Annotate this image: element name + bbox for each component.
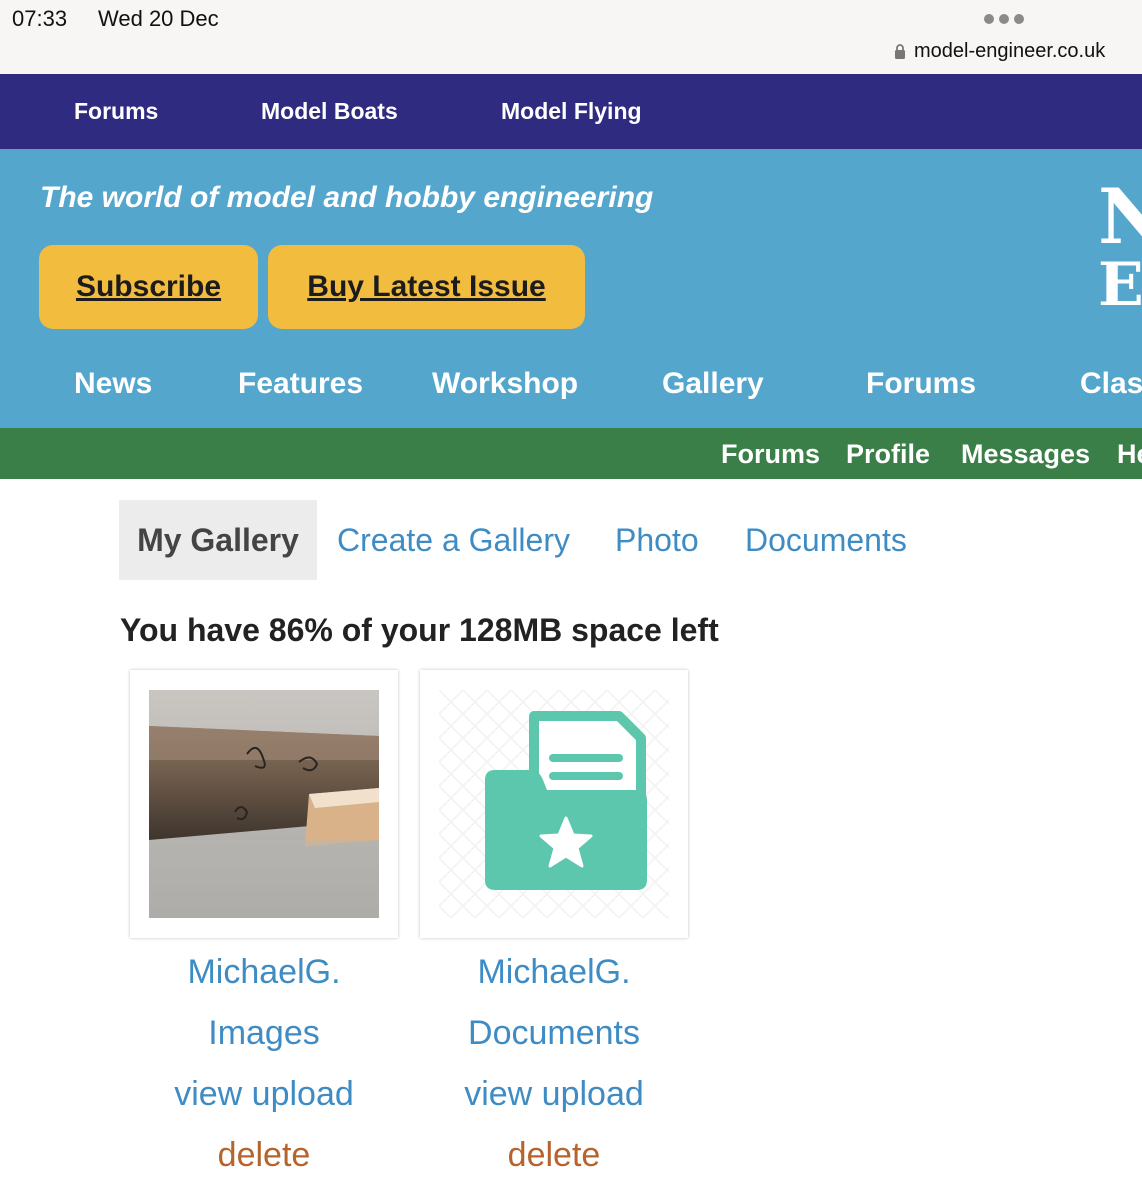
- more-options-icon[interactable]: [984, 14, 1024, 24]
- network-link-model-flying[interactable]: Model Flying: [501, 98, 642, 125]
- network-nav: Forums Model Boats Model Flying: [0, 74, 1142, 149]
- photo-thumbnail[interactable]: [149, 690, 379, 918]
- logo-letter-n: N: [1098, 172, 1142, 261]
- storage-space-note: You have 86% of your 128MB space left: [120, 612, 719, 648]
- lock-icon: [895, 44, 905, 59]
- tab-my-gallery[interactable]: My Gallery: [119, 500, 317, 580]
- nav-forums[interactable]: Forums: [866, 367, 976, 401]
- url-text: model-engineer.co.uk: [914, 40, 1106, 62]
- buy-latest-issue-button[interactable]: Buy Latest Issue: [268, 245, 585, 329]
- nav-features[interactable]: Features: [238, 367, 363, 401]
- nav-gallery[interactable]: Gallery: [662, 367, 764, 401]
- nav-workshop[interactable]: Workshop: [432, 367, 578, 401]
- view-upload-link[interactable]: view upload: [130, 1064, 398, 1125]
- user-nav-forums[interactable]: Forums: [721, 439, 820, 470]
- tab-documents[interactable]: Documents: [745, 500, 907, 580]
- status-date: Wed 20 Dec: [98, 6, 219, 31]
- site-tagline: The world of model and hobby engineering: [40, 181, 654, 214]
- site-header: The world of model and hobby engineering…: [0, 149, 1142, 428]
- gallery-title-name[interactable]: Documents: [420, 1003, 688, 1064]
- user-nav: Forums Profile Messages He: [0, 428, 1142, 479]
- user-nav-profile[interactable]: Profile: [846, 439, 930, 470]
- network-link-forums[interactable]: Forums: [74, 98, 158, 125]
- gallery-title-name[interactable]: Images: [130, 1003, 398, 1064]
- logo-letter-e: E: [1098, 250, 1142, 320]
- nav-classifieds[interactable]: Clas: [1080, 367, 1142, 401]
- gallery-documents-links: MichaelG. Documents view upload delete: [420, 942, 688, 1186]
- gallery-card-images[interactable]: [130, 670, 398, 938]
- gallery-images-links: MichaelG. Images view upload delete: [130, 942, 398, 1186]
- site-logo[interactable]: N E: [1098, 172, 1142, 320]
- status-time: 07:33: [12, 6, 68, 31]
- tab-photo[interactable]: Photo: [615, 500, 699, 580]
- gallery-title-owner[interactable]: MichaelG.: [130, 942, 398, 1003]
- folder-document-icon[interactable]: [439, 690, 669, 918]
- gallery-card-documents[interactable]: [420, 670, 688, 938]
- user-nav-messages[interactable]: Messages: [961, 439, 1090, 470]
- status-bar: 07:33 Wed 20 Dec model-engineer.co.uk: [0, 0, 1142, 74]
- gallery-title-owner[interactable]: MichaelG.: [420, 942, 688, 1003]
- user-nav-help[interactable]: He: [1117, 439, 1142, 470]
- network-link-model-boats[interactable]: Model Boats: [261, 98, 398, 125]
- view-upload-link[interactable]: view upload: [420, 1064, 688, 1125]
- subscribe-button[interactable]: Subscribe: [39, 245, 258, 329]
- nav-news[interactable]: News: [74, 367, 152, 401]
- tab-create-gallery[interactable]: Create a Gallery: [337, 500, 570, 580]
- address-bar[interactable]: model-engineer.co.uk: [894, 40, 1105, 63]
- delete-link[interactable]: delete: [420, 1125, 688, 1186]
- delete-link[interactable]: delete: [130, 1125, 398, 1186]
